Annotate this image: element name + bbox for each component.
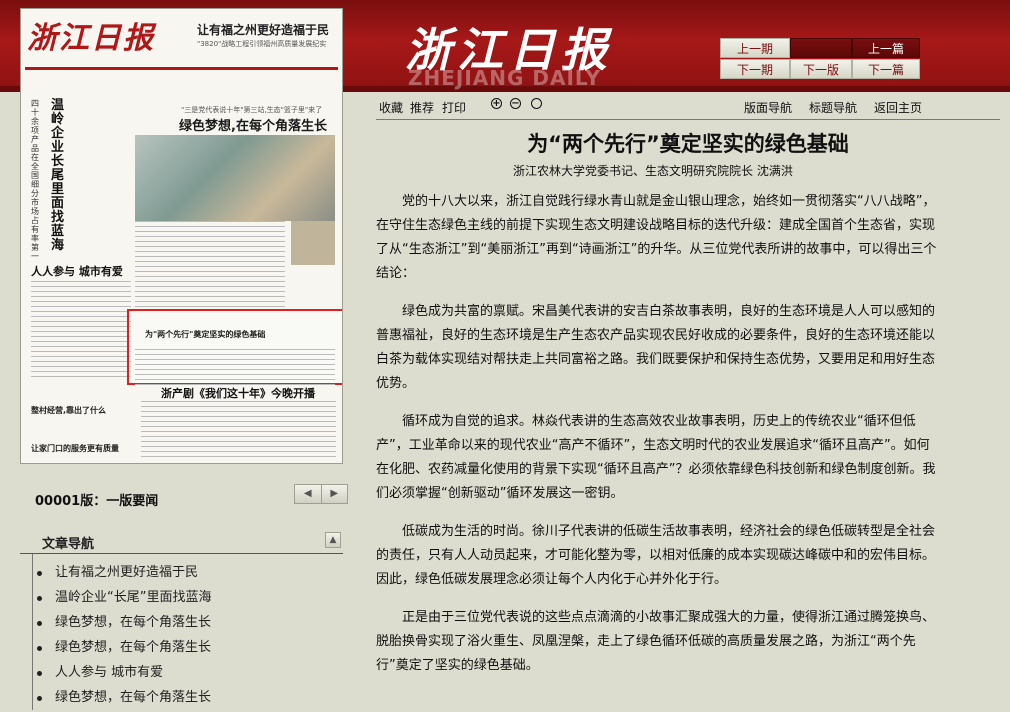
zoom-reset-icon[interactable]	[531, 98, 542, 109]
paper-small-headline-1[interactable]: 整村经营,靠出了什么	[31, 405, 106, 416]
paper-top-subheadline: "3820"战略工程引领福州高质量发展纪实	[197, 40, 327, 48]
next-page-arrow-icon[interactable]: ▶	[320, 485, 348, 503]
article-nav-item[interactable]: 绿色梦想，在每个角落生长	[33, 685, 343, 710]
paper-renren-headline[interactable]: 人人参与 城市有爱	[31, 263, 123, 279]
article-paragraph: 党的十八大以来，浙江自觉践行绿水青山就是金山银山理念，始终如一贯彻落实“八八战略…	[376, 194, 937, 281]
article-nav-panel: 文章导航 ▲ 让有福之州更好造福于民 温岭企业“长尾”里面找蓝海 绿色梦想，在每…	[20, 528, 343, 712]
page-nav-link[interactable]: 版面导航	[744, 99, 792, 116]
article-toolbar: 收藏 推荐 打印 + − 版面导航 标题导航 返回主页	[376, 94, 1000, 120]
article-nav-item[interactable]: 人人参与 城市有爱	[33, 660, 343, 685]
article-paragraph: 正是由于三位党代表说的这些点点滴滴的小故事汇聚成强大的力量，使得浙江通过腾笼换鸟…	[376, 610, 936, 673]
collapse-arrow-icon[interactable]: ▲	[325, 532, 341, 548]
next-page-button[interactable]: 下一版	[790, 59, 852, 79]
paper-selected-article-title: 为"两个先行"奠定坚实的绿色基础	[145, 330, 266, 339]
title-nav-link[interactable]: 标题导航	[809, 99, 857, 116]
article-paragraph: 绿色成为共富的禀赋。宋昌美代表讲的安吉白茶故事表明，良好的生态环境是人人可以感知…	[376, 304, 936, 391]
article-nav-header: 文章导航 ▲	[20, 528, 343, 554]
nav-spacer	[790, 38, 852, 58]
article-nav-item[interactable]: 温岭企业“长尾”里面找蓝海	[33, 585, 343, 610]
paper-drama-headline[interactable]: 浙产剧《我们这十年》今晚开播	[161, 385, 315, 401]
prev-page-arrow-icon[interactable]: ◀	[295, 485, 321, 503]
home-link[interactable]: 返回主页	[874, 99, 922, 116]
paper-vertical-headline[interactable]: 温岭企业长尾里面找蓝海	[51, 99, 67, 253]
paper-green-kicker: "三是党代表说十年"第三站,生态"篮子里"来了	[181, 106, 323, 114]
article-paragraph: 循环成为自觉的追求。林焱代表讲的生态高效农业故事表明，历史上的传统农业“循环但低…	[376, 414, 936, 501]
paper-text-columns-bottom	[141, 401, 336, 461]
paper-text-columns-left	[31, 281, 131, 381]
paper-photo	[135, 135, 335, 221]
paper-green-headline[interactable]: 绿色梦想,在每个角落生长	[179, 115, 327, 134]
collect-link[interactable]: 收藏	[379, 99, 403, 116]
paper-text-columns-mid	[135, 349, 335, 385]
page-arrows: ◀ ▶	[294, 484, 348, 504]
paper-small-headline-2[interactable]: 让家门口的服务更有质量	[31, 443, 119, 454]
zoom-out-icon[interactable]: −	[510, 98, 521, 109]
newspaper-page-thumbnail[interactable]: 浙江日报 让有福之州更好造福于民 "3820"战略工程引领福州高质量发展纪实 温…	[20, 8, 343, 464]
prev-article-button[interactable]: 上一篇	[852, 38, 920, 58]
article-nav-item[interactable]: 绿色梦想，在每个角落生长	[33, 635, 343, 660]
next-issue-button[interactable]: 下一期	[720, 59, 790, 79]
article-nav-title: 文章导航	[42, 537, 95, 552]
paper-photo-small	[291, 221, 335, 265]
article-byline: 浙江农林大学党委书记、生态文明研究院院长 沈满洪	[513, 164, 793, 178]
recommend-link[interactable]: 推荐	[410, 99, 434, 116]
page-label: 00001版：一版要闻	[35, 494, 159, 509]
article-paragraph: 低碳成为生活的时尚。徐川子代表讲的低碳生活故事表明，经济社会的绿色低碳转型是全社…	[376, 524, 936, 587]
paper-top-headline[interactable]: 让有福之州更好造福于民	[197, 21, 329, 38]
article-body: 党的十八大以来，浙江自觉践行绿水青山就是金山银山理念，始终如一贯彻落实“八八战略…	[376, 190, 940, 692]
paper-red-rule	[25, 67, 338, 70]
paper-masthead: 浙江日报	[27, 21, 155, 56]
site-logo-english: ZHEJIANG DAILY	[408, 66, 602, 90]
article-nav-item[interactable]: 让有福之州更好造福于民	[33, 560, 343, 585]
article-nav-item[interactable]: 绿色梦想，在每个角落生长	[33, 610, 343, 635]
article-nav-list: 让有福之州更好造福于民 温岭企业“长尾”里面找蓝海 绿色梦想，在每个角落生长 绿…	[32, 554, 343, 710]
zoom-in-icon[interactable]: +	[491, 98, 502, 109]
article-title: 为“两个先行”奠定坚实的绿色基础	[527, 132, 849, 156]
prev-issue-button[interactable]: 上一期	[720, 38, 790, 58]
paper-text-columns	[135, 221, 285, 311]
paper-vertical-subheadline: 四十余项产品在全国细分市场占有率第一	[31, 99, 39, 261]
next-article-button[interactable]: 下一篇	[852, 59, 920, 79]
print-link[interactable]: 打印	[442, 99, 466, 116]
